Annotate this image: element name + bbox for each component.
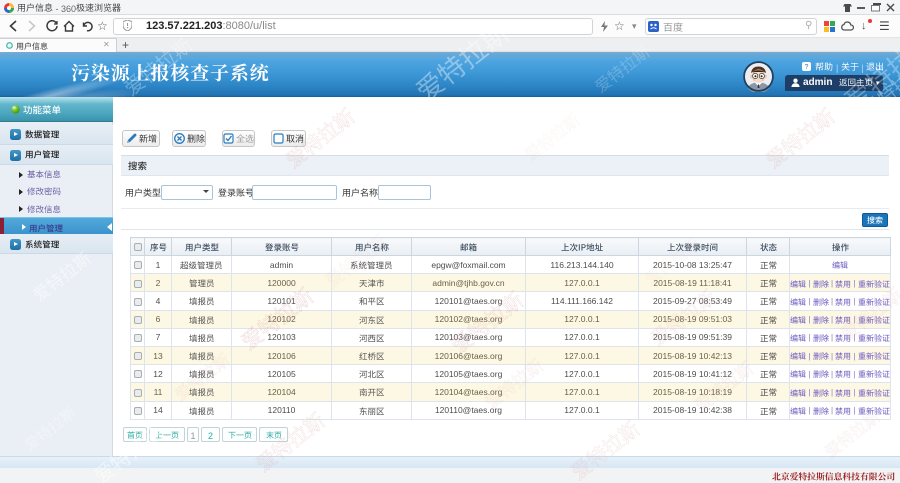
svg-text:?: ?: [805, 64, 809, 71]
